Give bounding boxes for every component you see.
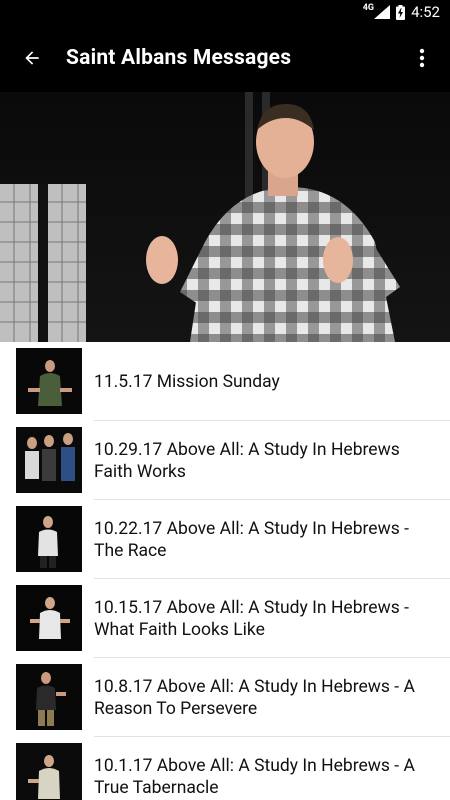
message-thumbnail [16,664,82,730]
back-button[interactable] [10,36,54,80]
status-time: 4:52 [411,3,440,21]
cell-signal-icon [374,5,391,19]
list-item[interactable]: 10.1.17 Above All: A Study In Hebrews - … [0,737,450,800]
list-item[interactable]: 10.8.17 Above All: A Study In Hebrews - … [0,658,450,737]
status-bar: 4G 4:52 [0,0,450,24]
list-item[interactable]: 10.15.17 Above All: A Study In Hebrews -… [0,579,450,658]
arrow-back-icon [25,51,39,65]
battery-charging-icon [396,4,406,20]
message-title: 10.1.17 Above All: A Study In Hebrews - … [94,755,415,798]
message-thumbnail [16,506,82,572]
message-thumbnail [16,743,82,800]
message-thumbnail [16,585,82,651]
featured-video-banner[interactable] [0,92,450,342]
list-item[interactable]: 10.22.17 Above All: A Study In Hebrews -… [0,500,450,579]
message-title: 10.29.17 Above All: A Study In Hebrews F… [94,439,400,482]
page-title: Saint Albans Messages [66,46,292,70]
status-icons: 4G 4:52 [363,2,440,22]
message-title: 10.8.17 Above All: A Study In Hebrews - … [94,676,415,719]
message-title: 10.22.17 Above All: A Study In Hebrews -… [94,518,409,561]
message-list: 11.5.17 Mission Sunday 10.29.17 Above Al… [0,342,450,800]
more-vert-icon [419,48,425,68]
message-title: 11.5.17 Mission Sunday [94,371,280,392]
message-thumbnail [16,427,82,493]
list-item[interactable]: 11.5.17 Mission Sunday [0,342,450,421]
message-title: 10.15.17 Above All: A Study In Hebrews -… [94,597,409,640]
network-type-label: 4G [362,3,375,13]
list-item[interactable]: 10.29.17 Above All: A Study In Hebrews F… [0,421,450,500]
speaker-photo [0,92,450,342]
app-bar: Saint Albans Messages [0,24,450,92]
overflow-menu-button[interactable] [400,36,444,80]
message-thumbnail [16,348,82,414]
